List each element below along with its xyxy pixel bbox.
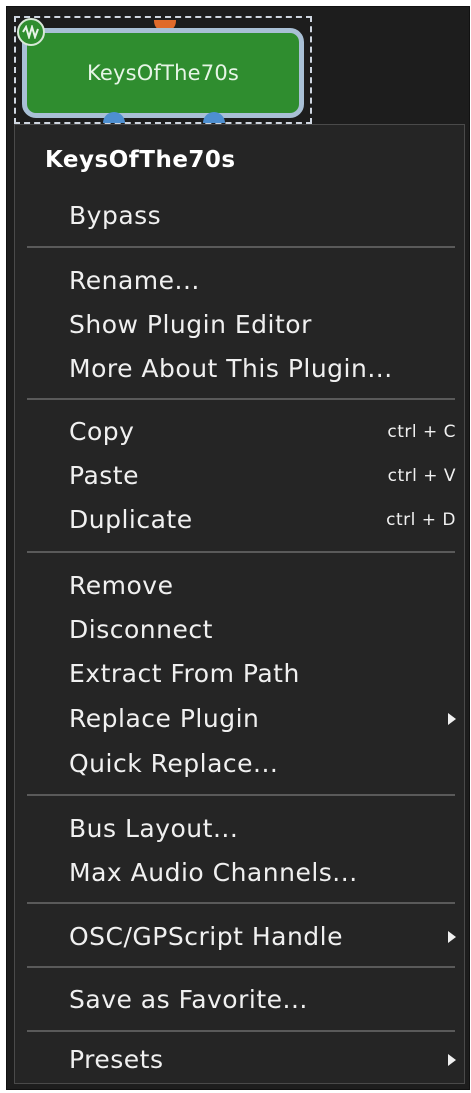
menu-item-rename[interactable]: Rename...: [15, 261, 464, 301]
menu-item-more-about[interactable]: More About This Plugin...: [15, 349, 464, 389]
waveform-icon[interactable]: [17, 18, 45, 46]
menu-item-disconnect[interactable]: Disconnect: [15, 610, 464, 650]
plugin-node[interactable]: KeysOfThe70s: [22, 28, 304, 118]
submenu-arrow-icon: [448, 931, 456, 943]
menu-item-show-plugin-editor[interactable]: Show Plugin Editor: [15, 305, 464, 345]
submenu-arrow-icon: [448, 1054, 456, 1066]
menu-separator: [27, 246, 455, 248]
plugin-canvas: KeysOfThe70s KeysOfThe70s Bypass Rename.…: [0, 0, 471, 1093]
plugin-node-label: KeysOfThe70s: [86, 61, 240, 85]
menu-item-extract-from-path[interactable]: Extract From Path: [15, 654, 464, 694]
menu-separator: [27, 398, 455, 400]
menu-item-max-audio-channels[interactable]: Max Audio Channels...: [15, 853, 464, 893]
menu-item-bus-layout[interactable]: Bus Layout...: [15, 809, 464, 849]
menu-title: KeysOfThe70s: [45, 147, 236, 173]
menu-item-remove[interactable]: Remove: [15, 566, 464, 606]
menu-separator: [27, 966, 455, 968]
menu-item-paste[interactable]: Paste ctrl + V: [15, 456, 464, 496]
menu-item-quick-replace[interactable]: Quick Replace...: [15, 744, 464, 784]
menu-separator: [27, 902, 455, 904]
shortcut-copy: ctrl + C: [387, 422, 456, 442]
menu-item-duplicate[interactable]: Duplicate ctrl + D: [15, 500, 464, 540]
menu-separator: [27, 551, 455, 553]
shortcut-paste: ctrl + V: [387, 466, 456, 486]
shortcut-duplicate: ctrl + D: [386, 510, 456, 530]
context-menu: KeysOfThe70s Bypass Rename... Show Plugi…: [14, 124, 465, 1084]
menu-separator: [27, 1030, 455, 1032]
menu-item-save-as-favorite[interactable]: Save as Favorite...: [15, 980, 464, 1020]
menu-item-copy[interactable]: Copy ctrl + C: [15, 412, 464, 452]
menu-separator: [27, 794, 455, 796]
submenu-arrow-icon: [448, 713, 456, 725]
menu-item-osc-gpscript-handle[interactable]: OSC/GPScript Handle: [15, 917, 464, 957]
menu-item-presets[interactable]: Presets: [15, 1040, 464, 1080]
menu-item-replace-plugin[interactable]: Replace Plugin: [15, 699, 464, 739]
menu-item-bypass[interactable]: Bypass: [15, 196, 464, 236]
